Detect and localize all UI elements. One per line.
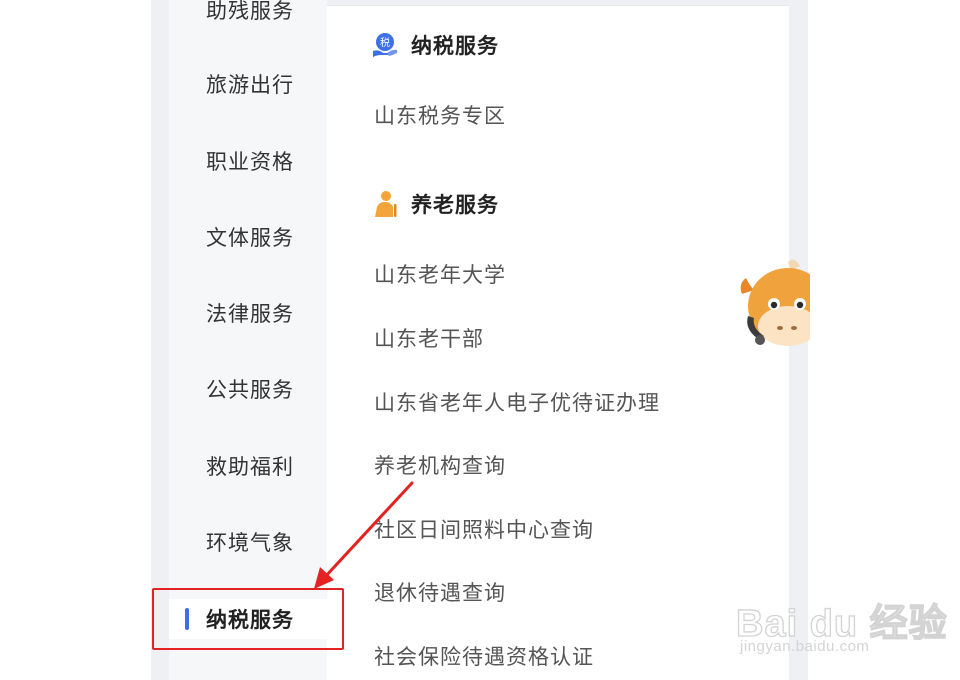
- service-link-elderly-card[interactable]: 山东省老年人电子优待证办理: [374, 384, 660, 420]
- section-header-tax: 税 纳税服务: [371, 27, 499, 63]
- sidebar-item-public[interactable]: 公共服务: [169, 369, 327, 409]
- section-title: 养老服务: [411, 193, 499, 217]
- section-header-elderly: 养老服务: [371, 186, 499, 222]
- cow-mascot-icon[interactable]: [738, 256, 810, 356]
- annotation-arrow-icon: [314, 481, 414, 589]
- sidebar-item-travel[interactable]: 旅游出行: [169, 64, 327, 104]
- sidebar-item-label: 旅游出行: [206, 73, 294, 97]
- sidebar-item-label: 环境气象: [206, 531, 294, 555]
- sidebar-item-label: 文体服务: [206, 226, 294, 250]
- svg-text:税: 税: [380, 36, 390, 49]
- sidebar-item-disability[interactable]: 助残服务: [169, 0, 327, 30]
- service-link-veteran-cadres[interactable]: 山东老干部: [374, 320, 484, 356]
- elderly-person-icon: [371, 190, 399, 218]
- sidebar-item-qualification[interactable]: 职业资格: [169, 141, 327, 181]
- service-link-shandong-tax[interactable]: 山东税务专区: [374, 97, 506, 133]
- sidebar-item-label: 职业资格: [206, 150, 294, 174]
- sidebar-item-culture-sports[interactable]: 文体服务: [169, 217, 327, 257]
- service-link-elderly-university[interactable]: 山东老年大学: [374, 256, 506, 292]
- watermark-url: jingyan.baidu.com: [740, 638, 870, 655]
- sidebar-item-label: 公共服务: [206, 378, 294, 402]
- sidebar-item-legal[interactable]: 法律服务: [169, 293, 327, 333]
- section-title: 纳税服务: [411, 34, 499, 58]
- service-link-insurance-certification[interactable]: 社会保险待遇资格认证: [374, 638, 594, 674]
- sidebar-item-label: 法律服务: [206, 302, 294, 326]
- sidebar-item-label: 救助福利: [206, 455, 294, 479]
- baidu-jingyan-watermark: Bai du 经验 jingyan.baidu.com: [735, 592, 956, 662]
- tax-hand-icon: 税: [371, 31, 399, 59]
- sidebar-item-label: 助残服务: [206, 0, 294, 23]
